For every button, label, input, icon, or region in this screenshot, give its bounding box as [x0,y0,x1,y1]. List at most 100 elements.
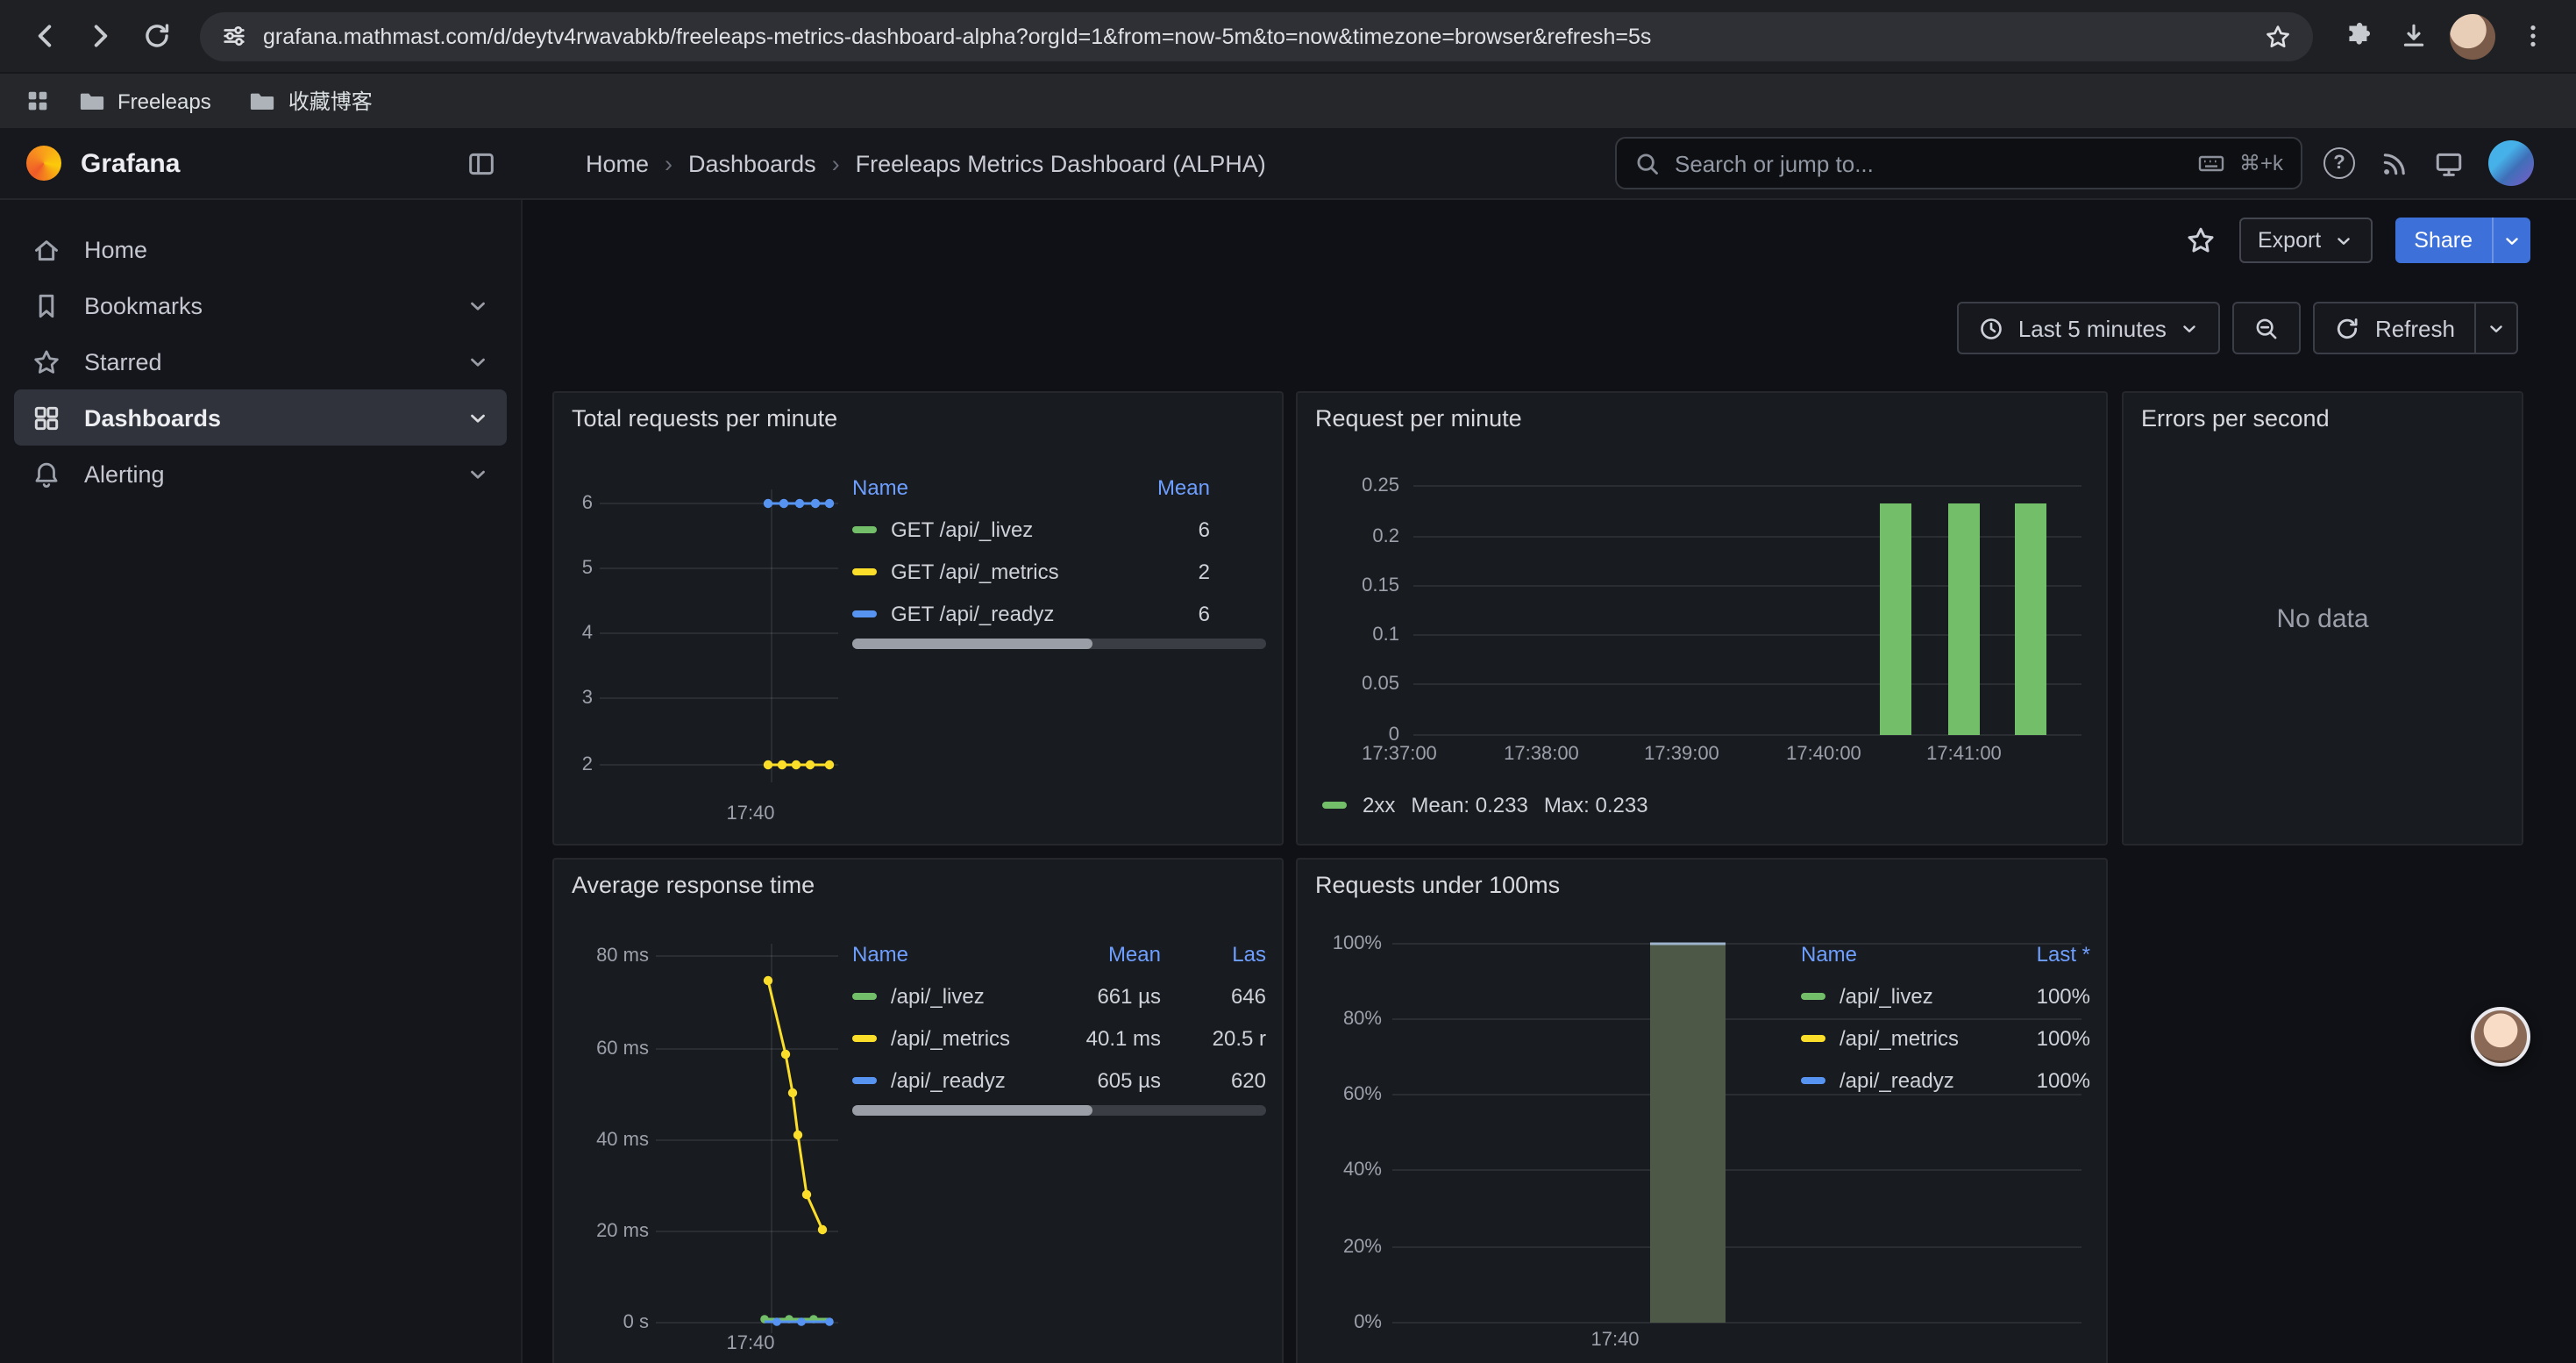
legend-sort-mean[interactable]: Mean [1098,475,1210,500]
x-tick: 17:40 [701,803,800,824]
series-name[interactable]: /api/_livez [1839,984,1933,1009]
legend-scrollbar[interactable] [852,639,1266,649]
legend-row: /api/_livez 661 µs 646 [852,975,1266,1017]
legend-sort-name[interactable]: Name [852,475,1098,500]
share-label[interactable]: Share [2395,218,2492,263]
export-label: Export [2258,228,2321,253]
refresh-interval-arrow[interactable] [2474,303,2516,353]
bookmark-folder-blogs[interactable]: 收藏博客 [239,79,383,123]
search-input[interactable] [1675,150,2183,176]
sidebar-toggle-icon[interactable] [466,148,496,178]
share-button[interactable]: Share [2395,218,2530,263]
star-icon [32,346,61,376]
series-mean: 6 [1098,517,1210,542]
breadcrumb-home[interactable]: Home [586,150,649,176]
bookmark-folder-freeleaps[interactable]: Freeleaps [68,81,222,121]
browser-profile-avatar[interactable] [2450,13,2495,59]
sidebar-item-dashboards[interactable]: Dashboards [14,389,507,446]
time-range-label: Last 5 minutes [2018,315,2167,341]
series-name[interactable]: 2xx [1363,793,1395,817]
y-tick: 4 [554,623,593,644]
bookmark-label: Freeleaps [117,89,211,113]
panel-errors-per-second: Errors per second No data [2122,391,2523,846]
refresh-icon [2335,315,2361,341]
extensions-icon[interactable] [2330,10,2383,62]
legend: 2xx Mean: 0.233 Max: 0.233 [1322,793,1648,817]
series-name[interactable]: GET /api/_readyz [891,602,1054,626]
reload-button[interactable] [130,10,182,62]
x-tick: 17:40 [1566,1330,1664,1351]
grafana-logo[interactable] [26,146,61,181]
sidebar-item-alerting[interactable]: Alerting [14,446,507,502]
dashboard-canvas: Export Share [523,200,2576,1363]
legend-sort-last[interactable]: Las [1161,942,1266,967]
keyboard-icon [2197,149,2225,177]
series-name[interactable]: /api/_metrics [1839,1026,1959,1051]
chevron-down-icon[interactable] [466,294,489,317]
help-icon[interactable]: ? [2323,147,2355,179]
browser-menu-icon[interactable] [2506,10,2558,62]
bookmark-label: 收藏博客 [288,86,373,116]
back-button[interactable] [18,10,70,62]
url-input[interactable] [263,24,2248,48]
refresh-button[interactable]: Refresh [2316,303,2474,353]
series-name[interactable]: GET /api/_livez [891,517,1033,542]
series-swatch [852,993,877,1000]
legend-row: /api/_livez 100% [1801,975,2090,1017]
series-swatch [1322,802,1347,809]
bookmark-star-icon[interactable] [2264,22,2292,50]
legend-sort-name[interactable]: Name [852,942,1049,967]
time-range-picker[interactable]: Last 5 minutes [1957,302,2221,354]
apps-grid-icon[interactable] [25,88,51,114]
news-rss-icon[interactable] [2380,148,2409,178]
kiosk-monitor-icon[interactable] [2434,148,2464,178]
legend-scrollbar[interactable] [852,1105,1266,1116]
legend-sort-name[interactable]: Name [1801,942,1999,967]
series-last: 646 [1161,984,1266,1009]
grafana-header: Grafana Home › Dashboards › Freeleaps Me… [0,128,2576,200]
address-bar[interactable] [200,11,2313,61]
scrollbar-thumb[interactable] [852,1105,1092,1116]
zoom-out-button[interactable] [2233,302,2302,354]
series-name[interactable]: /api/_readyz [1839,1068,1954,1093]
series-name[interactable]: /api/_readyz [891,1068,1006,1093]
series-name[interactable]: /api/_metrics [891,1026,1010,1051]
site-info-icon[interactable] [221,23,247,49]
series-swatch [852,1035,877,1042]
y-tick: 0 s [554,1312,649,1333]
chevron-down-icon[interactable] [466,462,489,485]
series-swatch [1801,993,1825,1000]
chevron-down-icon[interactable] [466,350,489,373]
legend-sort-mean[interactable]: Mean [1049,942,1161,967]
panel-requests-under-100ms: Requests under 100ms 100% 80% 60% 40% 20… [1296,858,2108,1363]
sidebar-item-starred[interactable]: Starred [14,333,507,389]
legend-row: GET /api/_livez 6 [852,509,1266,551]
series-mean: 661 µs [1049,984,1161,1009]
legend-header-row: Name Last * [1801,933,2090,975]
scrollbar-thumb[interactable] [852,639,1092,649]
series-mean: Mean: 0.233 [1411,793,1527,817]
series-name[interactable]: GET /api/_metrics [891,560,1059,584]
chevron-down-icon[interactable] [466,406,489,429]
browser-toolbar [0,0,2576,72]
assistant-avatar[interactable] [2471,1007,2530,1067]
clock-icon [1978,315,2004,341]
series-swatch [852,610,877,617]
breadcrumb-dashboards[interactable]: Dashboards [688,150,816,176]
y-tick: 0.05 [1308,674,1399,695]
home-icon [32,234,61,264]
user-avatar[interactable] [2488,140,2534,186]
downloads-icon[interactable] [2387,10,2439,62]
legend-sort-last[interactable]: Last * [1999,942,2090,967]
series-mean: 605 µs [1049,1068,1161,1093]
sidebar-item-bookmarks[interactable]: Bookmarks [14,277,507,333]
favorite-star-icon[interactable] [2184,225,2216,256]
sidebar-item-label: Alerting [84,460,165,487]
sidebar-item-home[interactable]: Home [14,221,507,277]
search-box[interactable]: ⌘+k [1615,137,2302,189]
series-name[interactable]: /api/_livez [891,984,985,1009]
forward-button[interactable] [74,10,126,62]
share-menu-arrow[interactable] [2492,218,2530,263]
export-button[interactable]: Export [2238,218,2372,263]
bookmarks-bar: Freeleaps 收藏博客 [0,72,2576,128]
